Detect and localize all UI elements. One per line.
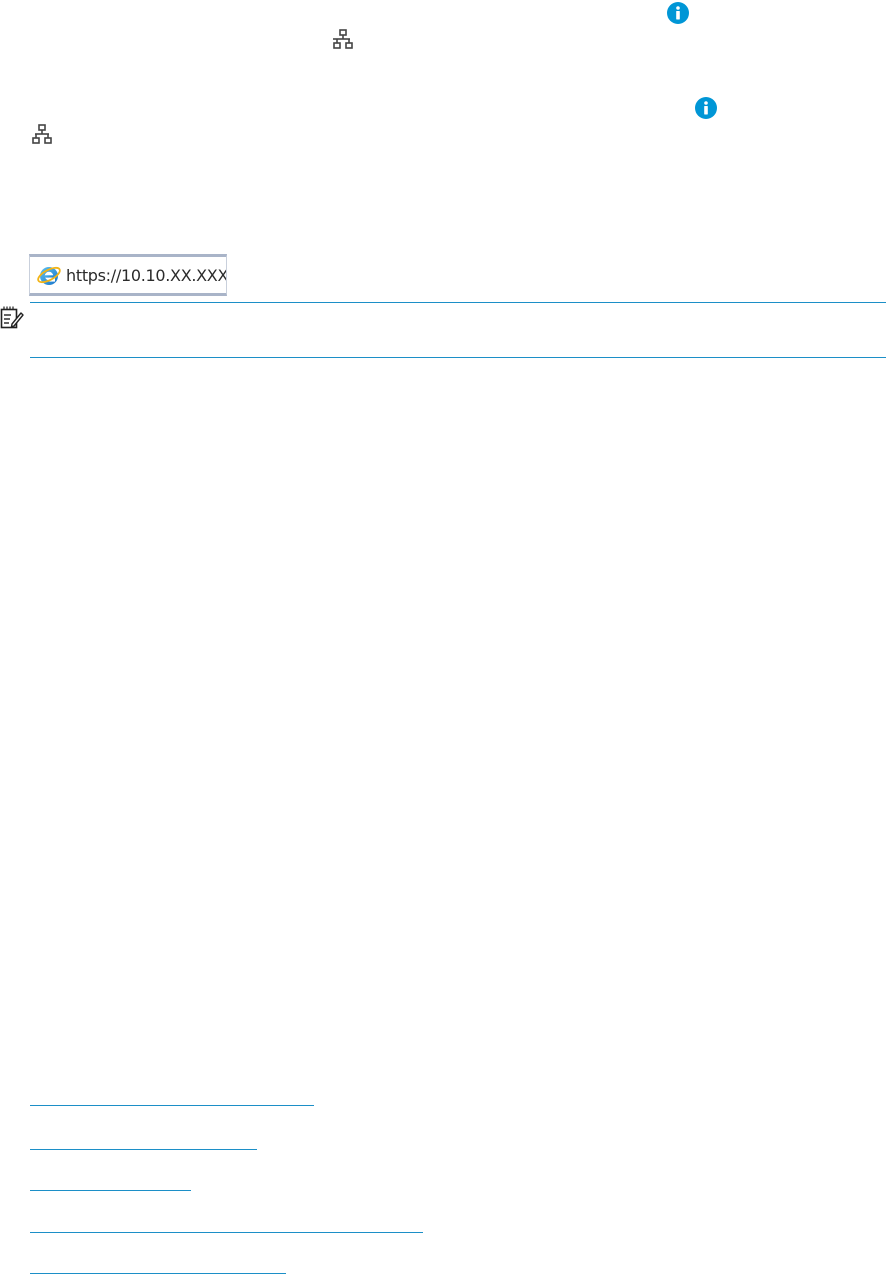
link-underline[interactable]: [30, 1232, 423, 1233]
browser-url-text: https://10.10.XX.XXX/: [66, 265, 227, 285]
info-icon: [695, 97, 717, 119]
link-underline[interactable]: [30, 1190, 191, 1191]
network-icon: [331, 28, 355, 52]
internet-explorer-icon: [36, 262, 62, 288]
network-icon: [30, 123, 54, 147]
note-top-rule: [30, 302, 886, 303]
browser-address-bar: https://10.10.XX.XXX/: [29, 254, 227, 296]
note-pencil-icon: [0, 306, 24, 330]
link-underline[interactable]: [30, 1273, 286, 1274]
info-icon: [667, 2, 689, 24]
link-underline[interactable]: [30, 1105, 314, 1106]
note-bottom-rule: [30, 357, 886, 358]
link-underline[interactable]: [30, 1149, 257, 1150]
